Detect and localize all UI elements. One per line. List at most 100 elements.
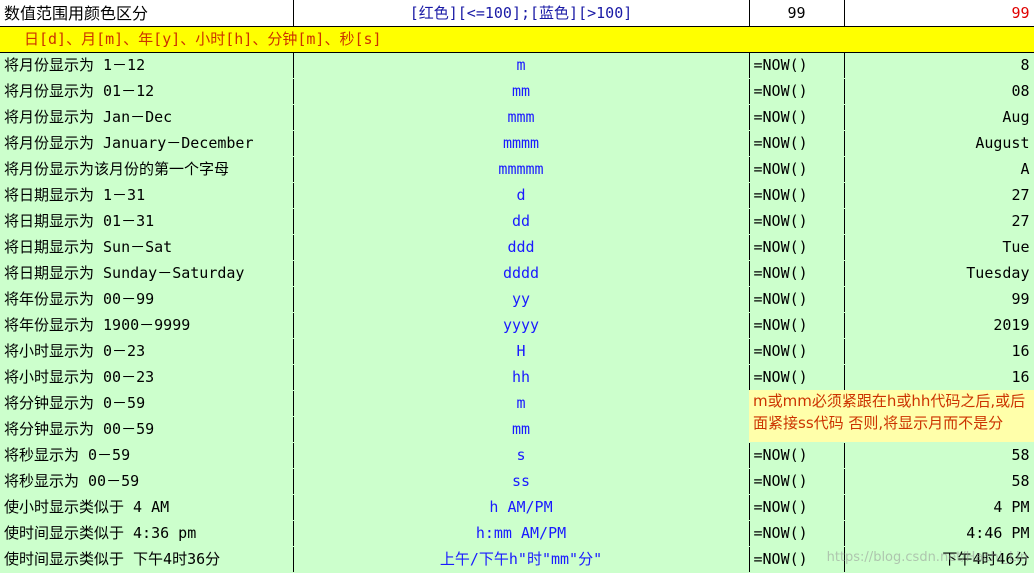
row-result-cell[interactable]: 4 PM xyxy=(844,494,1034,521)
row-result-cell[interactable]: Aug xyxy=(844,104,1034,131)
row-result-cell[interactable]: 16 xyxy=(844,364,1034,391)
row-code-cell[interactable]: H xyxy=(293,338,750,365)
table-row: 将日期显示为 1－31 d =NOW() 27 xyxy=(0,182,1034,209)
table-row: 将月份显示为 January－December mmmm =NOW() August xyxy=(0,130,1034,157)
watermark: https://blog.csdn.net/Hachi_Lin xyxy=(826,550,1028,565)
row-formula-cell[interactable]: =NOW() xyxy=(749,260,845,287)
table-row: 将日期显示为 Sunday－Saturday dddd =NOW() Tuesday xyxy=(0,260,1034,287)
row-code-cell[interactable]: mmmm xyxy=(293,130,750,157)
row-code-cell[interactable]: h:mm AM/PM xyxy=(293,520,750,547)
table-row: 将秒显示为 00－59 ss =NOW() 58 xyxy=(0,468,1034,495)
format-table: 数值范围用颜色区分 [红色][<=100];[蓝色][>100] 99 99 日… xyxy=(0,0,1034,573)
row-code-cell[interactable]: mm xyxy=(293,416,750,443)
row-code-cell[interactable]: ss xyxy=(293,468,750,495)
row-code-cell[interactable]: h AM/PM xyxy=(293,494,750,521)
row-result-cell[interactable]: 16 xyxy=(844,338,1034,365)
row-code-cell[interactable]: mmmmm xyxy=(293,156,750,183)
row-result-cell[interactable]: 58 xyxy=(844,442,1034,469)
row-formula-cell[interactable]: =NOW() xyxy=(749,468,845,495)
header-title-cell[interactable]: 数值范围用颜色区分 xyxy=(0,0,294,27)
table-row: 将日期显示为 Sun－Sat ddd =NOW() Tue xyxy=(0,234,1034,261)
table-row: 将月份显示为 Jan－Dec mmm =NOW() Aug xyxy=(0,104,1034,131)
section-row: 日[d]、月[m]、年[y]、小时[h]、分钟[m]、秒[s] xyxy=(0,26,1034,53)
row-code-cell[interactable]: hh xyxy=(293,364,750,391)
row-code-cell[interactable]: dddd xyxy=(293,260,750,287)
row-label-cell[interactable]: 将月份显示为 01－12 xyxy=(0,78,294,105)
row-label-cell[interactable]: 将小时显示为 0－23 xyxy=(0,338,294,365)
table-row: 使时间显示类似于 4:36 pm h:mm AM/PM =NOW() 4:46 PM xyxy=(0,520,1034,547)
row-code-cell[interactable]: m xyxy=(293,390,750,417)
header-format-cell[interactable]: [红色][<=100];[蓝色][>100] xyxy=(293,0,750,27)
table-row: 将月份显示为该月份的第一个字母 mmmmm =NOW() A xyxy=(0,156,1034,183)
row-result-cell[interactable]: 4:46 PM xyxy=(844,520,1034,547)
row-label-cell[interactable]: 使时间显示类似于 下午4时36分 xyxy=(0,546,294,573)
row-code-cell[interactable]: d xyxy=(293,182,750,209)
row-label-cell[interactable]: 使小时显示类似于 4 AM xyxy=(0,494,294,521)
row-code-cell[interactable]: ddd xyxy=(293,234,750,261)
row-code-cell[interactable]: m xyxy=(293,52,750,79)
row-label-cell[interactable]: 将分钟显示为 00－59 xyxy=(0,416,294,443)
row-code-cell[interactable]: 上午/下午h"时"mm"分" xyxy=(293,546,750,573)
row-result-cell[interactable]: August xyxy=(844,130,1034,157)
row-label-cell[interactable]: 将月份显示为 1－12 xyxy=(0,52,294,79)
row-code-cell[interactable]: yyyy xyxy=(293,312,750,339)
format-table-body: 数值范围用颜色区分 [红色][<=100];[蓝色][>100] 99 99 日… xyxy=(0,0,1034,573)
row-result-cell[interactable]: 99 xyxy=(844,286,1034,313)
row-result-cell[interactable]: A xyxy=(844,156,1034,183)
row-formula-cell[interactable]: =NOW() xyxy=(749,234,845,261)
header-row: 数值范围用颜色区分 [红色][<=100];[蓝色][>100] 99 99 xyxy=(0,0,1034,27)
row-label-cell[interactable]: 将分钟显示为 0－59 xyxy=(0,390,294,417)
row-formula-cell[interactable]: =NOW() xyxy=(749,52,845,79)
row-formula-cell[interactable]: =NOW() xyxy=(749,208,845,235)
row-code-cell[interactable]: dd xyxy=(293,208,750,235)
row-label-cell[interactable]: 将月份显示为该月份的第一个字母 xyxy=(0,156,294,183)
header-result-cell[interactable]: 99 xyxy=(844,0,1034,27)
row-formula-cell[interactable]: =NOW() xyxy=(749,312,845,339)
row-label-cell[interactable]: 将年份显示为 1900－9999 xyxy=(0,312,294,339)
row-result-cell[interactable]: 08 xyxy=(844,78,1034,105)
table-row: 将日期显示为 01－31 dd =NOW() 27 xyxy=(0,208,1034,235)
row-label-cell[interactable]: 将日期显示为 1－31 xyxy=(0,182,294,209)
row-code-cell[interactable]: mm xyxy=(293,78,750,105)
row-result-cell[interactable]: 58 xyxy=(844,468,1034,495)
row-label-cell[interactable]: 将日期显示为 Sun－Sat xyxy=(0,234,294,261)
row-formula-cell[interactable]: =NOW() xyxy=(749,156,845,183)
table-row: 将年份显示为 00－99 yy =NOW() 99 xyxy=(0,286,1034,313)
row-result-cell[interactable]: Tue xyxy=(844,234,1034,261)
row-formula-cell[interactable]: =NOW() xyxy=(749,364,845,391)
row-result-cell[interactable]: 27 xyxy=(844,208,1034,235)
row-formula-cell[interactable]: =NOW() xyxy=(749,182,845,209)
row-label-cell[interactable]: 将月份显示为 January－December xyxy=(0,130,294,157)
row-label-cell[interactable]: 将年份显示为 00－99 xyxy=(0,286,294,313)
table-row: 使小时显示类似于 4 AM h AM/PM =NOW() 4 PM xyxy=(0,494,1034,521)
row-label-cell[interactable]: 将日期显示为 Sunday－Saturday xyxy=(0,260,294,287)
row-result-cell[interactable]: Tuesday xyxy=(844,260,1034,287)
note-box: m或mm必须紧跟在h或hh代码之后,或后面紧接ss代码 否则,将显示月而不是分 xyxy=(749,390,1034,442)
row-formula-cell[interactable]: =NOW() xyxy=(749,130,845,157)
row-formula-cell[interactable]: =NOW() xyxy=(749,104,845,131)
row-result-cell[interactable]: 8 xyxy=(844,52,1034,79)
row-formula-cell[interactable]: =NOW() xyxy=(749,494,845,521)
section-title-cell[interactable]: 日[d]、月[m]、年[y]、小时[h]、分钟[m]、秒[s] xyxy=(0,26,1034,53)
row-formula-cell[interactable]: =NOW() xyxy=(749,442,845,469)
row-code-cell[interactable]: mmm xyxy=(293,104,750,131)
table-row: 将月份显示为 1－12 m =NOW() 8 xyxy=(0,52,1034,79)
row-code-cell[interactable]: yy xyxy=(293,286,750,313)
row-result-cell[interactable]: 2019 xyxy=(844,312,1034,339)
table-row: 将年份显示为 1900－9999 yyyy =NOW() 2019 xyxy=(0,312,1034,339)
header-value-cell[interactable]: 99 xyxy=(749,0,845,27)
row-formula-cell[interactable]: =NOW() xyxy=(749,520,845,547)
row-label-cell[interactable]: 将日期显示为 01－31 xyxy=(0,208,294,235)
row-label-cell[interactable]: 将秒显示为 0－59 xyxy=(0,442,294,469)
row-label-cell[interactable]: 将月份显示为 Jan－Dec xyxy=(0,104,294,131)
row-label-cell[interactable]: 将秒显示为 00－59 xyxy=(0,468,294,495)
row-result-cell[interactable]: 27 xyxy=(844,182,1034,209)
row-formula-cell[interactable]: =NOW() xyxy=(749,286,845,313)
table-row: 将秒显示为 0－59 s =NOW() 58 xyxy=(0,442,1034,469)
row-formula-cell[interactable]: =NOW() xyxy=(749,78,845,105)
row-code-cell[interactable]: s xyxy=(293,442,750,469)
row-label-cell[interactable]: 将小时显示为 00－23 xyxy=(0,364,294,391)
row-label-cell[interactable]: 使时间显示类似于 4:36 pm xyxy=(0,520,294,547)
row-formula-cell[interactable]: =NOW() xyxy=(749,338,845,365)
table-row: 将月份显示为 01－12 mm =NOW() 08 xyxy=(0,78,1034,105)
